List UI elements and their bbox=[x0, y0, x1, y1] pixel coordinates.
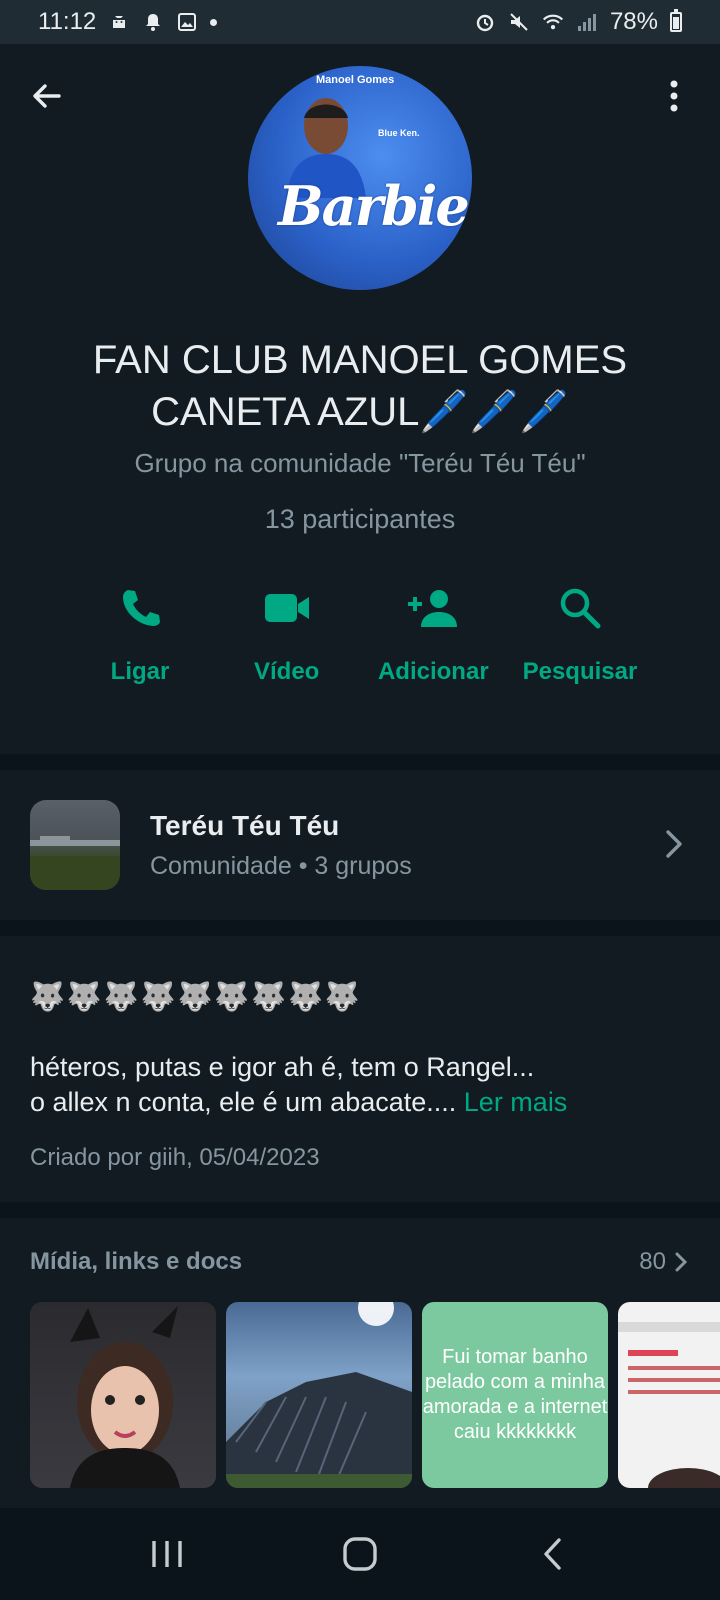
system-navigation-bar bbox=[0, 1508, 720, 1600]
description-emojis: 🐺🐺🐺🐺🐺🐺🐺🐺🐺 bbox=[30, 981, 362, 1012]
wifi-icon bbox=[542, 11, 564, 33]
signal-icon bbox=[576, 11, 598, 33]
avatar-brand-text: Barbie bbox=[278, 174, 470, 238]
add-person-icon bbox=[407, 582, 459, 634]
video-icon bbox=[261, 582, 313, 634]
media-text-content: Fui tomar banho pelado com a minha amora… bbox=[422, 1346, 608, 1443]
media-title[interactable]: Mídia, links e docs bbox=[30, 1248, 242, 1276]
description-line-2: o allex n conta, ele é um abacate.... bbox=[30, 1087, 457, 1117]
dot-icon bbox=[210, 18, 218, 26]
action-buttons: Ligar Vídeo Adicionar Pesquisar bbox=[70, 582, 650, 686]
alarm-icon bbox=[474, 11, 496, 33]
description-line-1: héteros, putas e igor ah é, tem o Rangel… bbox=[30, 1052, 535, 1082]
back-arrow-icon bbox=[33, 84, 61, 108]
status-time: 11:12 bbox=[38, 8, 97, 35]
read-more-link[interactable]: Ler mais bbox=[464, 1087, 568, 1117]
more-options-button[interactable] bbox=[652, 74, 696, 118]
mute-icon bbox=[508, 11, 530, 33]
battery-icon bbox=[670, 9, 682, 32]
status-bar: 11:12 78% bbox=[0, 0, 720, 44]
group-description[interactable]: 🐺🐺🐺🐺🐺🐺🐺🐺🐺 héteros, putas e igor ah é, te… bbox=[0, 936, 720, 1202]
avatar-caption-mid: Blue Ken. bbox=[378, 128, 420, 138]
recent-apps-button[interactable] bbox=[137, 1524, 197, 1584]
avatar-caption-top: Manoel Gomes bbox=[316, 74, 395, 86]
group-subtitle[interactable]: Grupo na comunidade "Teréu Téu Téu" bbox=[40, 448, 680, 479]
call-button[interactable]: Ligar bbox=[70, 582, 210, 686]
media-count-link[interactable]: 80 bbox=[639, 1248, 690, 1276]
image-icon bbox=[176, 11, 198, 33]
participants-count: 13 participantes bbox=[264, 504, 456, 534]
community-meta: Comunidade • 3 grupos bbox=[150, 852, 412, 880]
search-button[interactable]: Pesquisar bbox=[510, 582, 650, 686]
media-section: Mídia, links e docs 80 Fui tomar banho p… bbox=[0, 1218, 720, 1508]
battery-percent: 78% bbox=[609, 8, 658, 35]
video-label: Vídeo bbox=[253, 658, 320, 685]
home-icon bbox=[343, 1537, 377, 1571]
group-avatar[interactable]: Manoel Gomes Blue Ken. Barbie bbox=[248, 66, 472, 290]
description-text: héteros, putas e igor ah é, tem o Rangel… bbox=[30, 1050, 690, 1120]
media-thumbnail-coaster[interactable] bbox=[226, 1302, 412, 1488]
community-row[interactable]: Teréu Téu Téu Comunidade • 3 grupos bbox=[0, 770, 720, 920]
back-button[interactable] bbox=[24, 74, 68, 118]
bell-icon bbox=[142, 11, 164, 33]
recent-apps-icon bbox=[151, 1541, 182, 1567]
community-thumbnail bbox=[30, 800, 120, 890]
chevron-right-icon bbox=[666, 830, 682, 858]
more-vertical-icon bbox=[670, 80, 678, 112]
community-name: Teréu Téu Téu bbox=[150, 810, 340, 841]
media-thumbnails: Fui tomar banho pelado com a minha amora… bbox=[30, 1302, 720, 1488]
add-participant-button[interactable]: Adicionar bbox=[363, 582, 503, 686]
call-label: Ligar bbox=[110, 658, 170, 685]
video-button[interactable]: Vídeo bbox=[217, 582, 357, 686]
media-thumbnail-photo[interactable] bbox=[30, 1302, 216, 1488]
media-count: 80 bbox=[639, 1248, 666, 1275]
search-label: Pesquisar bbox=[522, 658, 638, 685]
group-title[interactable]: FAN CLUB MANOEL GOMES CANETA AZUL🖊️🖊️🖊️ bbox=[40, 334, 680, 438]
media-thumbnail-text[interactable]: Fui tomar banho pelado com a minha amora… bbox=[422, 1302, 608, 1488]
chevron-right-icon bbox=[675, 1252, 688, 1272]
media-thumbnail-document[interactable] bbox=[618, 1302, 720, 1488]
home-button[interactable] bbox=[330, 1524, 390, 1584]
system-back-button[interactable] bbox=[523, 1524, 583, 1584]
phone-icon bbox=[114, 582, 166, 634]
back-chevron-icon bbox=[544, 1538, 562, 1570]
add-label: Adicionar bbox=[377, 658, 489, 685]
created-by-text: Criado por giih, 05/04/2023 bbox=[30, 1144, 320, 1171]
search-icon bbox=[554, 582, 606, 634]
android-icon bbox=[108, 11, 130, 33]
group-header: Manoel Gomes Blue Ken. Barbie FAN CLUB M… bbox=[0, 44, 720, 754]
